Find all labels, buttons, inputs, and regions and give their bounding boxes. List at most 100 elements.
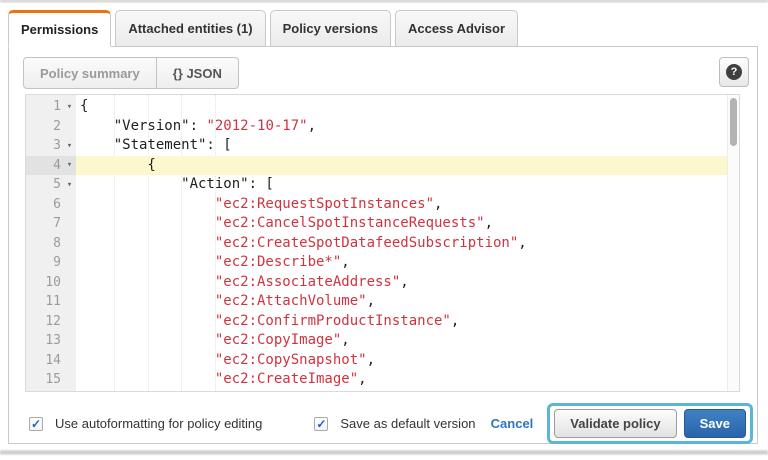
code-token-string: "ec2:CreateSpotDatafeedSubscription" [215, 235, 518, 251]
line-number-text: 8 [26, 236, 63, 251]
line-number-text: 6 [26, 197, 63, 212]
validate-policy-button[interactable]: Validate policy [554, 409, 676, 438]
view-toggle-group: Policy summary {} JSON [23, 57, 239, 89]
code-token-string: "ec2:CreateImage" [215, 371, 358, 387]
line-number-text: 11 [26, 294, 63, 309]
line-number-text: 10 [26, 275, 63, 290]
code-line-6[interactable]: "ec2:RequestSpotInstances", [76, 195, 727, 215]
top-crop-edge [0, 0, 768, 3]
code-token-plain [80, 332, 215, 348]
line-number-1: 1▾ [26, 97, 76, 117]
fold-arrow-icon[interactable]: ▾ [63, 141, 76, 151]
save-button[interactable]: Save [684, 409, 746, 438]
code-token-plain: , [451, 313, 459, 329]
line-number-15: 15 [26, 370, 76, 390]
code-token-plain: , [485, 215, 493, 231]
line-number-2: 2 [26, 117, 76, 137]
code-line-3[interactable]: "Statement": [ [76, 136, 727, 156]
fold-arrow-icon[interactable]: ▾ [63, 102, 76, 112]
line-number-text: 14 [26, 353, 63, 368]
line-number-text: 15 [26, 372, 63, 387]
autoformat-checkbox[interactable]: ✓ [29, 417, 43, 431]
line-number-text: 1 [26, 99, 63, 114]
line-number-13: 13 [26, 331, 76, 351]
line-number-text: 4 [26, 158, 63, 173]
line-number-text: 9 [26, 255, 63, 270]
code-token-string: "ec2:CopySnapshot" [215, 352, 367, 368]
code-token-plain: , [367, 293, 375, 309]
cancel-link[interactable]: Cancel [491, 416, 534, 431]
code-token-plain: , [434, 196, 442, 212]
code-token-plain: { [80, 98, 88, 114]
editor-toolbar: Policy summary {} JSON ? [9, 47, 757, 91]
code-token-plain [80, 235, 215, 251]
line-number-text: 12 [26, 314, 63, 329]
code-line-11[interactable]: "ec2:AttachVolume", [76, 292, 727, 312]
code-token-string: "ec2:Describe*" [215, 254, 341, 270]
editor-code-lines: { "Version": "2012-10-17", "Statement": … [76, 95, 727, 391]
bottom-crop-edge [0, 450, 768, 455]
code-token-plain: "Version": [80, 118, 206, 134]
code-token-plain: "Statement": [ [80, 137, 232, 153]
button-highlight-ring: Validate policy Save [547, 403, 753, 444]
question-mark-icon: ? [726, 64, 742, 80]
json-view-button[interactable]: {} JSON [156, 58, 238, 88]
code-line-5[interactable]: "Action": [ [76, 175, 727, 195]
fold-arrow-icon[interactable]: ▾ [63, 160, 76, 170]
save-default-checkbox[interactable]: ✓ [314, 417, 328, 431]
line-number-8: 8 [26, 234, 76, 254]
line-number-4: 4▾ [26, 156, 76, 176]
code-token-plain: , [341, 254, 349, 270]
tab-permissions[interactable]: Permissions [8, 10, 111, 47]
code-token-plain: "Action": [ [80, 176, 274, 192]
line-number-11: 11 [26, 292, 76, 312]
code-token-plain: , [367, 352, 375, 368]
line-number-3: 3▾ [26, 136, 76, 156]
checkmark-icon: ✓ [31, 418, 41, 430]
code-token-plain [80, 215, 215, 231]
scrollbar-thumb[interactable] [730, 98, 737, 146]
code-token-string: "2012-10-17" [206, 118, 307, 134]
checkmark-icon: ✓ [316, 418, 326, 430]
code-token-plain [80, 352, 215, 368]
code-token-string: "ec2:RequestSpotInstances" [215, 196, 434, 212]
line-number-12: 12 [26, 312, 76, 332]
code-line-8[interactable]: "ec2:CreateSpotDatafeedSubscription", [76, 234, 727, 254]
code-token-plain [80, 196, 215, 212]
code-token-plain: , [341, 332, 349, 348]
code-line-10[interactable]: "ec2:AssociateAddress", [76, 273, 727, 293]
code-line-4[interactable]: { [76, 156, 727, 176]
tab-attached-entities[interactable]: Attached entities (1) [115, 10, 265, 47]
code-line-15[interactable]: "ec2:CreateImage", [76, 370, 727, 390]
code-token-string: "ec2:ConfirmProductInstance" [215, 313, 451, 329]
permissions-panel: Policy summary {} JSON ? 1▾23▾4▾5▾678910… [8, 46, 758, 444]
tab-access-advisor[interactable]: Access Advisor [395, 10, 518, 47]
tab-policy-versions[interactable]: Policy versions [270, 10, 391, 47]
code-line-1[interactable]: { [76, 97, 727, 117]
editor-scrollbar[interactable] [727, 95, 739, 391]
policy-summary-button[interactable]: Policy summary [24, 58, 156, 88]
code-line-2[interactable]: "Version": "2012-10-17", [76, 117, 727, 137]
code-line-13[interactable]: "ec2:CopyImage", [76, 331, 727, 351]
code-token-plain: , [308, 118, 316, 134]
code-token-string: "ec2:AssociateAddress" [215, 274, 400, 290]
code-token-plain: , [518, 235, 526, 251]
code-token-string: "ec2:CancelSpotInstanceRequests" [215, 215, 485, 231]
code-token-plain [80, 274, 215, 290]
fold-arrow-icon[interactable]: ▾ [63, 180, 76, 190]
code-line-9[interactable]: "ec2:Describe*", [76, 253, 727, 273]
code-token-plain: , [400, 274, 408, 290]
json-code-editor[interactable]: 1▾23▾4▾5▾6789101112131415 { "Version": "… [25, 94, 740, 392]
code-line-12[interactable]: "ec2:ConfirmProductInstance", [76, 312, 727, 332]
code-token-plain [80, 293, 215, 309]
line-number-text: 5 [26, 177, 63, 192]
code-token-plain [80, 313, 215, 329]
line-number-text: 3 [26, 138, 63, 153]
footer-bar: ✓ Use autoformatting for policy editing … [9, 392, 757, 444]
code-token-string: "ec2:CopyImage" [215, 332, 341, 348]
code-line-7[interactable]: "ec2:CancelSpotInstanceRequests", [76, 214, 727, 234]
code-line-14[interactable]: "ec2:CopySnapshot", [76, 351, 727, 371]
help-button[interactable]: ? [719, 57, 749, 87]
line-number-5: 5▾ [26, 175, 76, 195]
code-token-string: "ec2:AttachVolume" [215, 293, 367, 309]
